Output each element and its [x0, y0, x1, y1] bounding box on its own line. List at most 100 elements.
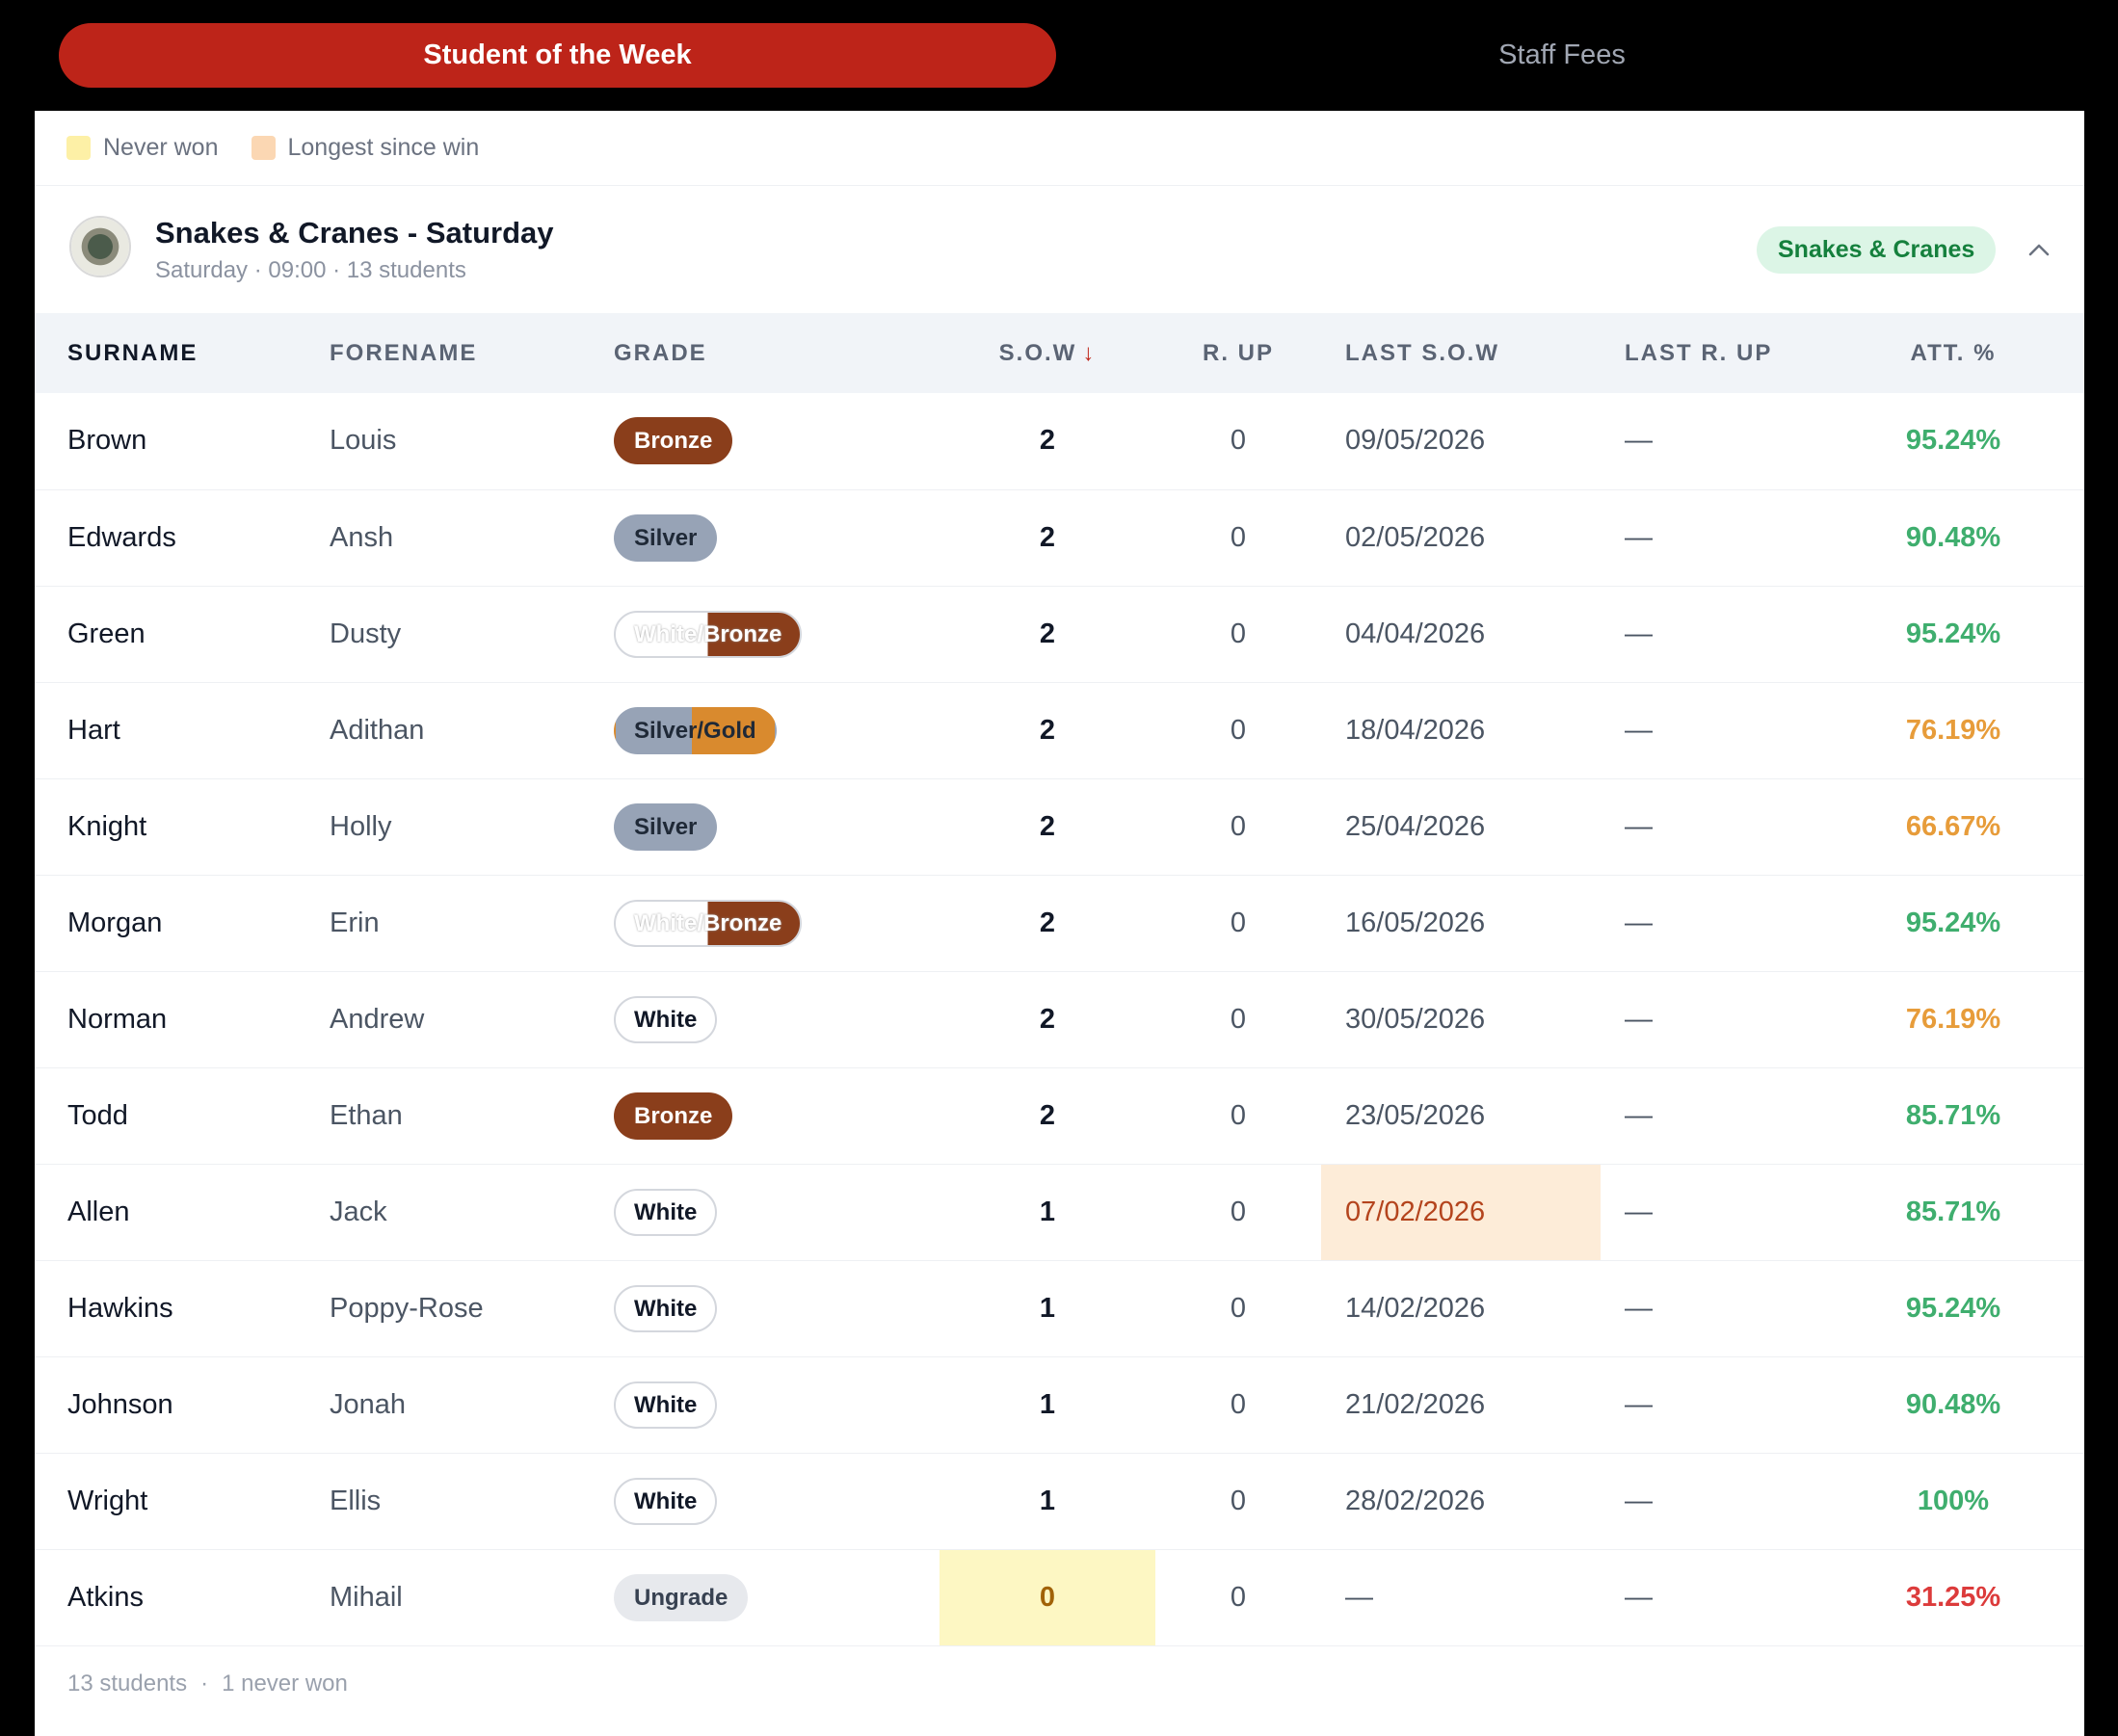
grade-badge: Ungrade — [614, 1573, 749, 1621]
cell-att: 90.48% — [1905, 1388, 2001, 1420]
table-row[interactable]: Green Dusty White/Bronze 2 0 04/04/2026 — 95.24… — [35, 586, 2084, 682]
cell-rup: 0 — [1230, 521, 1247, 553]
grade-badge: White — [614, 1477, 718, 1525]
tab-staff-fees[interactable]: Staff Fees — [1056, 23, 2068, 88]
table-row[interactable]: Hart Adithan Silver/Gold 2 0 18/04/2026 — 76.19… — [35, 682, 2084, 778]
footer-separator: · — [200, 1670, 209, 1697]
col-forename[interactable]: FORENAME — [330, 313, 614, 393]
grade-badge: White — [614, 1284, 718, 1332]
grade-badge: Bronze — [614, 1092, 733, 1140]
table-row[interactable]: Knight Holly Silver 2 0 25/04/2026 — 66.67% — [35, 778, 2084, 875]
cell-att: 76.19% — [1905, 714, 2001, 746]
cell-sow: 0 — [940, 1549, 1155, 1645]
cell-forename: Dusty — [330, 618, 402, 649]
cell-last-sow: 28/02/2026 — [1345, 1485, 1486, 1516]
legend: Never won Longest since win — [35, 111, 2084, 186]
cell-grade: Silver — [614, 489, 940, 586]
cell-last-rup: — — [1625, 1485, 1653, 1516]
cell-grade: Silver/Gold — [614, 682, 940, 778]
chevron-up-icon[interactable] — [2025, 236, 2052, 263]
table-row[interactable]: Todd Ethan Bronze 2 0 23/05/2026 — 85.71% — [35, 1067, 2084, 1164]
cell-last-sow: 21/02/2026 — [1345, 1388, 1486, 1420]
table-row[interactable]: Johnson Jonah White 1 0 21/02/2026 — 90.48% — [35, 1356, 2084, 1453]
cell-last-sow: 25/04/2026 — [1345, 810, 1486, 842]
cell-rup: 0 — [1230, 1196, 1247, 1227]
cell-forename: Louis — [330, 425, 397, 457]
cell-sow: 2 — [1039, 618, 1056, 649]
cell-last-rup: — — [1625, 714, 1653, 746]
col-last-rup[interactable]: LAST R. UP — [1601, 313, 1861, 393]
cell-rup: 0 — [1230, 1003, 1247, 1035]
cell-last-rup: — — [1625, 907, 1653, 938]
cell-grade: White — [614, 971, 940, 1067]
cell-grade: White/Bronze — [614, 875, 940, 971]
class-tag: Snakes & Cranes — [1757, 226, 1997, 274]
cell-rup: 0 — [1230, 714, 1247, 746]
cell-grade: White — [614, 1164, 940, 1260]
cell-last-rup: — — [1625, 521, 1653, 553]
table-row[interactable]: Brown Louis Bronze 2 0 09/05/2026 — 95.24% — [35, 393, 2084, 489]
cell-rup: 0 — [1230, 618, 1247, 649]
cell-surname: Norman — [67, 1003, 168, 1035]
table-row[interactable]: Edwards Ansh Silver 2 0 02/05/2026 — 90.48% — [35, 489, 2084, 586]
footer-count: 13 students — [67, 1670, 188, 1697]
grade-badge: Silver/Gold — [614, 706, 777, 754]
grade-badge: White/Bronze — [614, 610, 803, 658]
cell-grade: Bronze — [614, 1067, 940, 1164]
cell-last-sow: 04/04/2026 — [1345, 618, 1486, 649]
tab-student-of-the-week[interactable]: Student of the Week — [59, 23, 1056, 88]
table-row[interactable]: Norman Andrew White 2 0 30/05/2026 — 76.19% — [35, 971, 2084, 1067]
cell-forename: Adithan — [330, 714, 425, 746]
cell-last-rup: — — [1625, 1003, 1653, 1035]
cell-last-rup: — — [1625, 1196, 1653, 1227]
cell-surname: Knight — [67, 810, 147, 842]
table-header-row: SURNAME FORENAME GRADE S.O.W ↓ R. UP LAST… — [35, 313, 2084, 393]
cell-forename: Jonah — [330, 1388, 407, 1420]
cell-rup: 0 — [1230, 1099, 1247, 1131]
cell-grade: White/Bronze — [614, 586, 940, 682]
cell-forename: Andrew — [330, 1003, 425, 1035]
legend-label: Never won — [103, 134, 219, 161]
table-row[interactable]: Wright Ellis White 1 0 28/02/2026 — 100% — [35, 1453, 2084, 1549]
students-table: SURNAME FORENAME GRADE S.O.W ↓ R. UP LAST… — [35, 313, 2084, 1646]
cell-surname: Hawkins — [67, 1292, 173, 1324]
cell-surname: Brown — [67, 425, 147, 457]
cell-sow: 2 — [1039, 907, 1056, 938]
cell-rup: 0 — [1230, 1485, 1247, 1516]
cell-grade: White — [614, 1260, 940, 1356]
cell-grade: White — [614, 1453, 940, 1549]
cell-last-sow: 09/05/2026 — [1345, 425, 1486, 457]
table-row[interactable]: Hawkins Poppy-Rose White 1 0 14/02/2026 — 95.24… — [35, 1260, 2084, 1356]
col-sow[interactable]: S.O.W ↓ — [940, 313, 1155, 393]
cell-forename: Ellis — [330, 1485, 382, 1516]
col-surname[interactable]: SURNAME — [35, 313, 330, 393]
cell-rup: 0 — [1230, 1581, 1247, 1613]
tab-bar: Student of the Week Staff Fees — [0, 0, 2118, 111]
table-row[interactable]: Morgan Erin White/Bronze 2 0 16/05/2026 — 95.24… — [35, 875, 2084, 971]
table-row[interactable]: Atkins Mihail Ungrade 0 0 — — 31.25% — [35, 1549, 2084, 1645]
cell-surname: Atkins — [67, 1581, 144, 1613]
legend-label: Longest since win — [287, 134, 480, 161]
grade-badge: Silver — [614, 513, 718, 562]
cell-last-sow: 18/04/2026 — [1345, 714, 1486, 746]
legend-longest-since-win: Longest since win — [251, 134, 480, 162]
cell-forename: Ethan — [330, 1099, 403, 1131]
footer-never-won: 1 never won — [222, 1670, 348, 1697]
cell-rup: 0 — [1230, 425, 1247, 457]
col-att[interactable]: ATT. % — [1861, 313, 2084, 393]
cell-att: 95.24% — [1905, 618, 2001, 649]
cell-sow: 1 — [1039, 1388, 1056, 1420]
cell-grade: Ungrade — [614, 1549, 940, 1645]
class-logo — [69, 216, 131, 277]
cell-sow: 1 — [1039, 1292, 1056, 1324]
cell-last-rup: — — [1625, 1388, 1653, 1420]
class-title: Snakes & Cranes - Saturday — [155, 216, 554, 250]
cell-last-rup: — — [1625, 1292, 1653, 1324]
col-grade[interactable]: GRADE — [614, 313, 940, 393]
class-header[interactable]: Snakes & Cranes - Saturday Saturday · 09… — [35, 186, 2084, 313]
col-rup[interactable]: R. UP — [1155, 313, 1321, 393]
table-row[interactable]: Allen Jack White 1 0 07/02/2026 — 85.71% — [35, 1164, 2084, 1260]
col-last-sow[interactable]: LAST S.O.W — [1321, 313, 1601, 393]
class-card: Never won Longest since win Snakes & Cra… — [35, 111, 2084, 1736]
grade-badge: White/Bronze — [614, 899, 803, 947]
